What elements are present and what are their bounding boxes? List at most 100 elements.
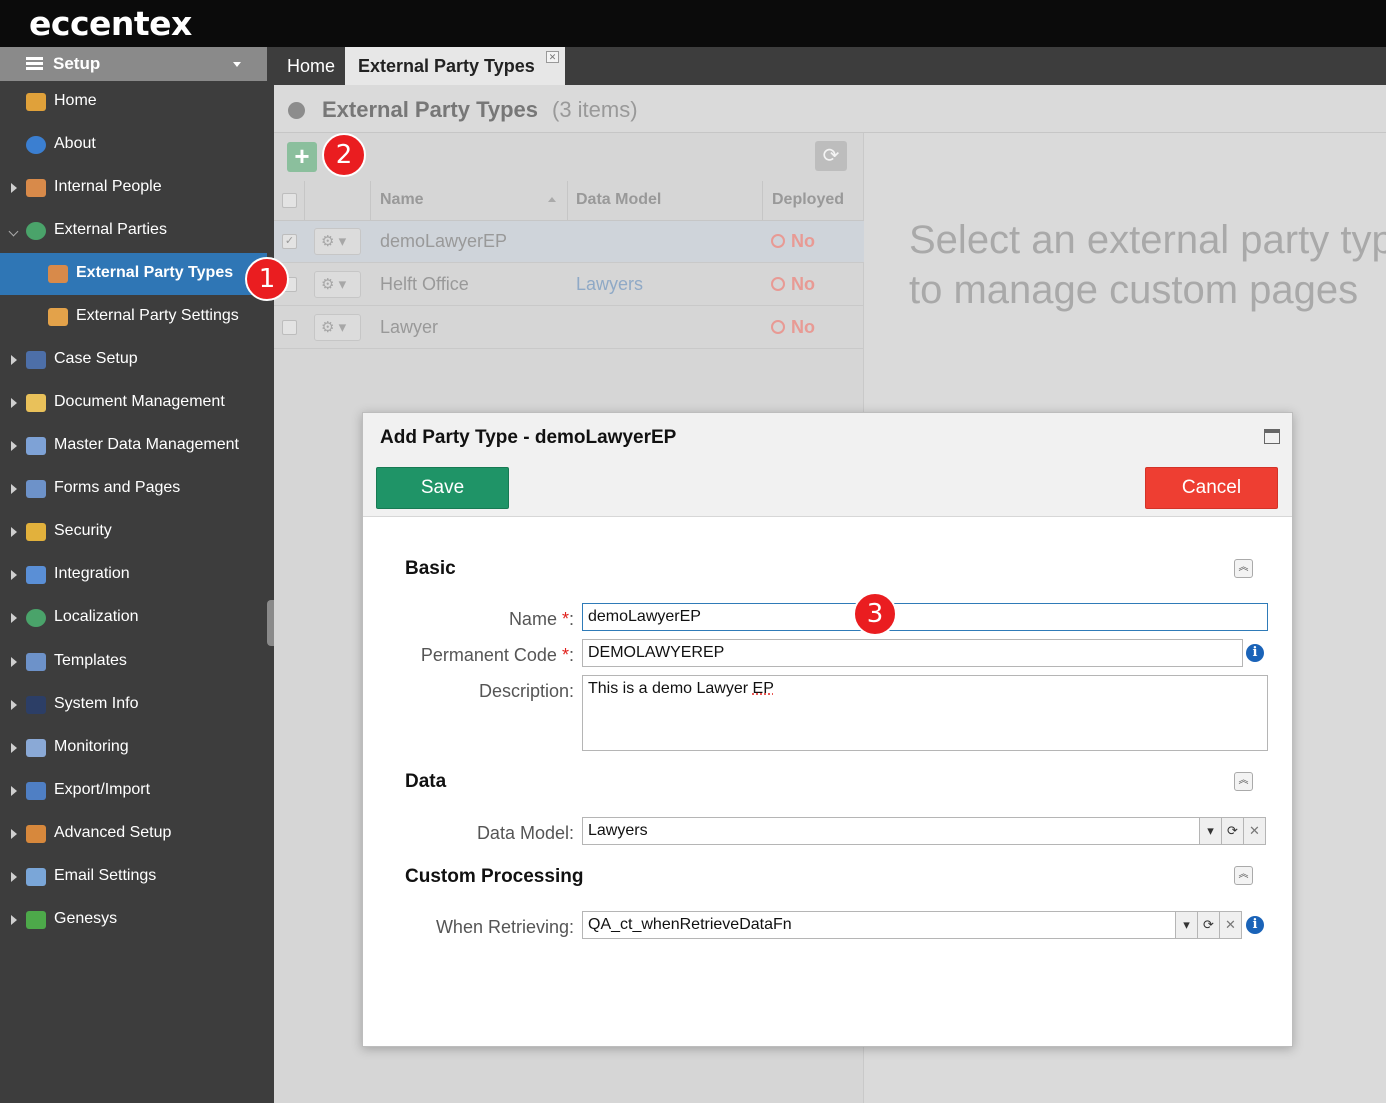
sidebar-item-label: Genesys: [54, 910, 118, 927]
data-model-select[interactable]: Lawyers: [582, 817, 1200, 845]
refresh-button[interactable]: ⟳: [815, 141, 847, 171]
row-checkbox[interactable]: ✓: [282, 234, 297, 249]
permanent-code-input[interactable]: DEMOLAWYEREP: [582, 639, 1243, 667]
folder-icon: [26, 394, 46, 412]
sidebar-item-security[interactable]: Security: [0, 511, 267, 553]
cancel-button[interactable]: Cancel: [1145, 467, 1278, 509]
add-party-type-dialog: Add Party Type - demoLawyerEP Save Cance…: [362, 412, 1293, 1047]
column-header-deployed[interactable]: Deployed: [772, 191, 844, 209]
sidebar-item-master-data-management[interactable]: Master Data Management: [0, 425, 267, 467]
sidebar-item-templates[interactable]: Templates: [0, 641, 267, 683]
sidebar-item-external-party-types[interactable]: External Party Types: [0, 253, 267, 295]
expand-arrow-icon[interactable]: [11, 657, 17, 667]
close-icon[interactable]: ✕: [546, 51, 559, 63]
column-header-name[interactable]: Name: [380, 191, 424, 209]
collapse-section-icon[interactable]: ︽: [1234, 866, 1253, 885]
sidebar-item-label: System Info: [54, 695, 139, 712]
info-icon[interactable]: i: [1246, 644, 1264, 662]
sidebar-item-internal-people[interactable]: Internal People: [0, 167, 267, 209]
lock-icon: [26, 523, 46, 541]
save-button[interactable]: Save: [376, 467, 509, 509]
column-header-data-model[interactable]: Data Model: [576, 191, 661, 209]
sidebar-item-integration[interactable]: Integration: [0, 554, 267, 596]
description-textarea[interactable]: This is a demo Lawyer EP: [582, 675, 1268, 751]
table-row[interactable]: ⚙ ▾ Helft Office Lawyers No: [274, 264, 864, 306]
expand-arrow-icon[interactable]: [11, 355, 17, 365]
sidebar-header-label: Setup: [53, 54, 101, 73]
collapse-section-icon[interactable]: ︽: [1234, 772, 1253, 791]
sidebar-item-forms-and-pages[interactable]: Forms and Pages: [0, 468, 267, 510]
sidebar-item-email-settings[interactable]: Email Settings: [0, 856, 267, 898]
cell-name: Helft Office: [380, 274, 469, 294]
name-input[interactable]: demoLawyerEP: [582, 603, 1268, 631]
cell-data-model[interactable]: Lawyers: [576, 274, 643, 295]
info-icon[interactable]: i: [1246, 916, 1264, 934]
collapse-section-icon[interactable]: ︽: [1234, 559, 1253, 578]
when-retrieving-select[interactable]: QA_ct_whenRetrieveDataFn: [582, 911, 1176, 939]
tab-external-party-types[interactable]: External Party Types ✕: [345, 47, 565, 85]
tab-bar: Home External Party Types ✕: [274, 47, 1386, 85]
section-basic-title: Basic: [405, 558, 456, 579]
sidebar-item-about[interactable]: About: [0, 124, 267, 166]
cell-deployed: No: [771, 274, 815, 295]
expand-arrow-icon[interactable]: [11, 700, 17, 710]
expand-arrow-icon[interactable]: [11, 872, 17, 882]
sidebar-item-case-setup[interactable]: Case Setup: [0, 339, 267, 381]
expand-arrow-icon[interactable]: [11, 398, 17, 408]
tab-home[interactable]: Home: [274, 47, 345, 85]
expand-arrow-icon[interactable]: [11, 183, 17, 193]
row-actions-button[interactable]: ⚙ ▾: [314, 271, 361, 298]
deployed-value: No: [791, 274, 815, 294]
expand-arrow-icon[interactable]: [11, 484, 17, 494]
page-header: External Party Types (3 items): [274, 85, 1386, 133]
refresh-icon[interactable]: ⟳: [1197, 911, 1220, 939]
expand-arrow-icon[interactable]: [11, 441, 17, 451]
expand-arrow-icon[interactable]: [11, 527, 17, 537]
status-circle-icon: [771, 277, 785, 291]
app-logo[interactable]: eccentex: [29, 4, 192, 43]
maximize-icon[interactable]: [1264, 429, 1280, 444]
select-all-checkbox[interactable]: [282, 193, 297, 208]
sidebar-item-system-info[interactable]: System Info: [0, 684, 267, 726]
sidebar-item-document-management[interactable]: Document Management: [0, 382, 267, 424]
table-row[interactable]: ✓ ⚙ ▾ demoLawyerEP No: [274, 221, 864, 263]
sidebar-item-external-parties[interactable]: External Parties: [0, 210, 267, 252]
chevron-down-icon[interactable]: ▾: [1199, 817, 1222, 845]
sidebar-collapse-handle[interactable]: [267, 600, 274, 646]
expand-arrow-icon[interactable]: [11, 915, 17, 925]
clear-icon[interactable]: ✕: [1243, 817, 1266, 845]
sidebar-item-external-party-settings[interactable]: External Party Settings: [0, 296, 267, 338]
party-settings-icon: [48, 308, 68, 326]
permanent-code-label: Permanent Code *:: [420, 645, 574, 665]
row-checkbox[interactable]: [282, 320, 297, 335]
table-row[interactable]: ⚙ ▾ Lawyer No: [274, 307, 864, 349]
add-button[interactable]: +: [287, 142, 317, 172]
expand-arrow-icon[interactable]: [11, 786, 17, 796]
sidebar-item-advanced-setup[interactable]: Advanced Setup: [0, 813, 267, 855]
sidebar-item-label: Monitoring: [54, 738, 129, 755]
clear-icon[interactable]: ✕: [1219, 911, 1242, 939]
collapse-arrow-icon[interactable]: [8, 226, 19, 237]
sidebar-item-label: Export/Import: [54, 781, 151, 798]
sidebar-item-localization[interactable]: Localization: [0, 597, 267, 639]
refresh-icon[interactable]: ⟳: [1221, 817, 1244, 845]
sidebar-item-label: Security: [54, 522, 112, 539]
annotation-badge-3: 3: [853, 592, 897, 636]
row-actions-button[interactable]: ⚙ ▾: [314, 314, 361, 341]
sidebar-header[interactable]: Setup: [0, 47, 267, 81]
expand-arrow-icon[interactable]: [11, 743, 17, 753]
page-title: External Party Types: [322, 97, 539, 122]
expand-arrow-icon[interactable]: [11, 570, 17, 580]
name-label: Name *:: [508, 609, 574, 629]
wrench-icon: [26, 825, 46, 843]
expand-arrow-icon[interactable]: [11, 829, 17, 839]
chevron-down-icon[interactable]: ▾: [1175, 911, 1198, 939]
expand-arrow-icon[interactable]: [11, 613, 17, 623]
row-actions-button[interactable]: ⚙ ▾: [314, 228, 361, 255]
sidebar-item-export-import[interactable]: Export/Import: [0, 770, 267, 812]
sidebar-item-home[interactable]: Home: [0, 81, 267, 123]
sidebar-item-genesys[interactable]: Genesys: [0, 899, 267, 941]
dialog-header: Add Party Type - demoLawyerEP Save Cance…: [363, 413, 1292, 517]
sidebar-item-label: Document Management: [54, 393, 225, 410]
sidebar-item-monitoring[interactable]: Monitoring: [0, 727, 267, 769]
